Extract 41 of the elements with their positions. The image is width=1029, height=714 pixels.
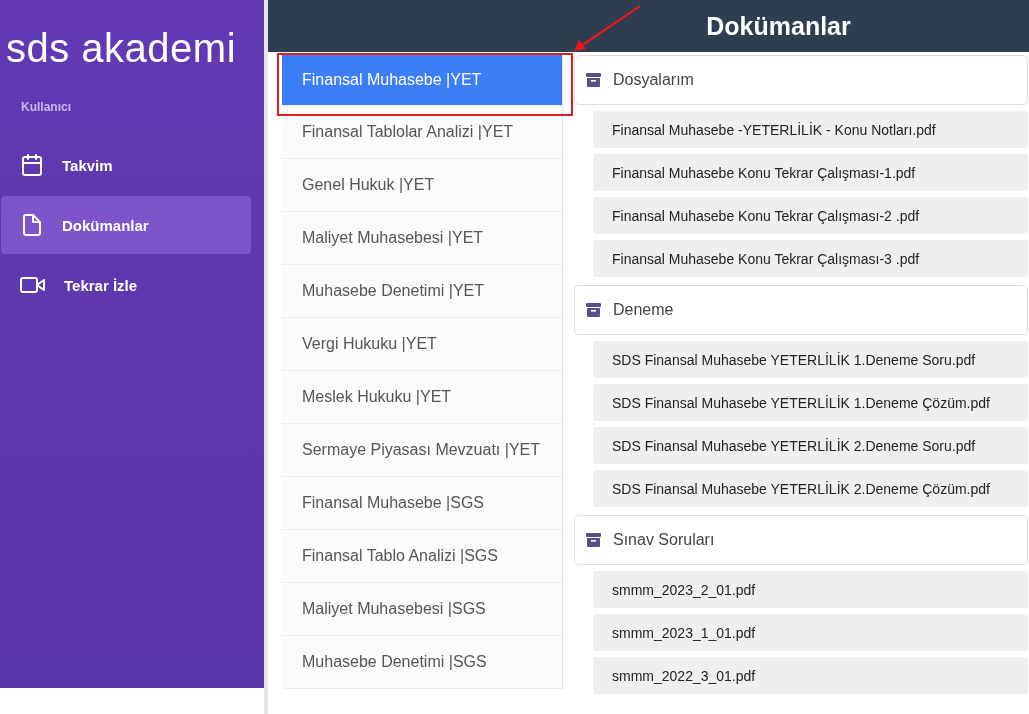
folder-header[interactable]: Deneme [574, 285, 1028, 335]
course-item[interactable]: Sermaye Piyasası Mevzuatı |YET [282, 424, 562, 477]
course-item[interactable]: Finansal Muhasebe |SGS [282, 477, 562, 530]
page-title: Dokümanlar [268, 0, 1029, 52]
course-item[interactable]: Finansal Muhasebe |YET [282, 55, 562, 106]
course-item[interactable]: Meslek Hukuku |YET [282, 371, 562, 424]
course-item[interactable]: Muhasebe Denetimi |SGS [282, 636, 562, 689]
section-label: Kullanıcı [20, 99, 72, 114]
file-link[interactable]: SDS Finansal Muhasebe YETERLİLİK 1.Deneme Çözüm.pdf [593, 384, 1028, 421]
file-link[interactable]: SDS Finansal Muhasebe YETERLİLİK 2.Deneme Soru.pdf [593, 427, 1028, 464]
archive-box-icon [586, 533, 601, 547]
folder-header[interactable]: Sınav Soruları [574, 515, 1028, 565]
course-item[interactable]: Maliyet Muhasebesi |YET [282, 212, 562, 265]
archive-box-icon [586, 303, 601, 317]
course-item[interactable]: Maliyet Muhasebesi |SGS [282, 583, 562, 636]
file-link[interactable]: Finansal Muhasebe Konu Tekrar Çalışması-3 .pdf [593, 240, 1028, 277]
file-link[interactable]: SDS Finansal Muhasebe YETERLİLİK 2.Deneme Çözüm.pdf [593, 470, 1028, 507]
file-link[interactable]: SDS Finansal Muhasebe YETERLİLİK 1.Deneme Soru.pdf [593, 341, 1028, 378]
course-item[interactable]: Vergi Hukuku |YET [282, 318, 562, 371]
nav-item[interactable]: Tekrar İzle [1, 256, 251, 314]
calendar-icon [20, 153, 44, 177]
file-link[interactable]: smmm_2022_3_01.pdf [593, 657, 1028, 694]
course-item[interactable]: Finansal Tablo Analizi |SGS [282, 530, 562, 583]
file-link[interactable]: Finansal Muhasebe Konu Tekrar Çalışması-2 .pdf [593, 197, 1028, 234]
archive-box-icon [586, 73, 601, 87]
annotation-arrow [574, 5, 641, 51]
file-link[interactable]: smmm_2023_1_01.pdf [593, 614, 1028, 651]
folder-title: Deneme [613, 301, 674, 319]
folder-title: Sınav Soruları [613, 531, 715, 549]
folder-title: Dosyalarım [613, 71, 694, 89]
nav-item[interactable]: Takvim [1, 136, 251, 194]
course-item[interactable]: Finansal Tablolar Analizi |YET [282, 106, 562, 159]
nav-item[interactable]: Dokümanlar [1, 196, 251, 254]
logo: sds akademi [5, 25, 238, 72]
course-item[interactable]: Genel Hukuk |YET [282, 159, 562, 212]
file-link[interactable]: smmm_2023_2_01.pdf [593, 571, 1028, 608]
file-link[interactable]: Finansal Muhasebe -YETERLİLİK - Konu Notları.pdf [593, 111, 1028, 148]
folder-header[interactable]: Dosyalarım [574, 55, 1028, 105]
course-item[interactable]: Muhasebe Denetimi |YET [282, 265, 562, 318]
file-link[interactable]: Finansal Muhasebe Konu Tekrar Çalışması-1.pdf [593, 154, 1028, 191]
document-icon [20, 213, 44, 237]
